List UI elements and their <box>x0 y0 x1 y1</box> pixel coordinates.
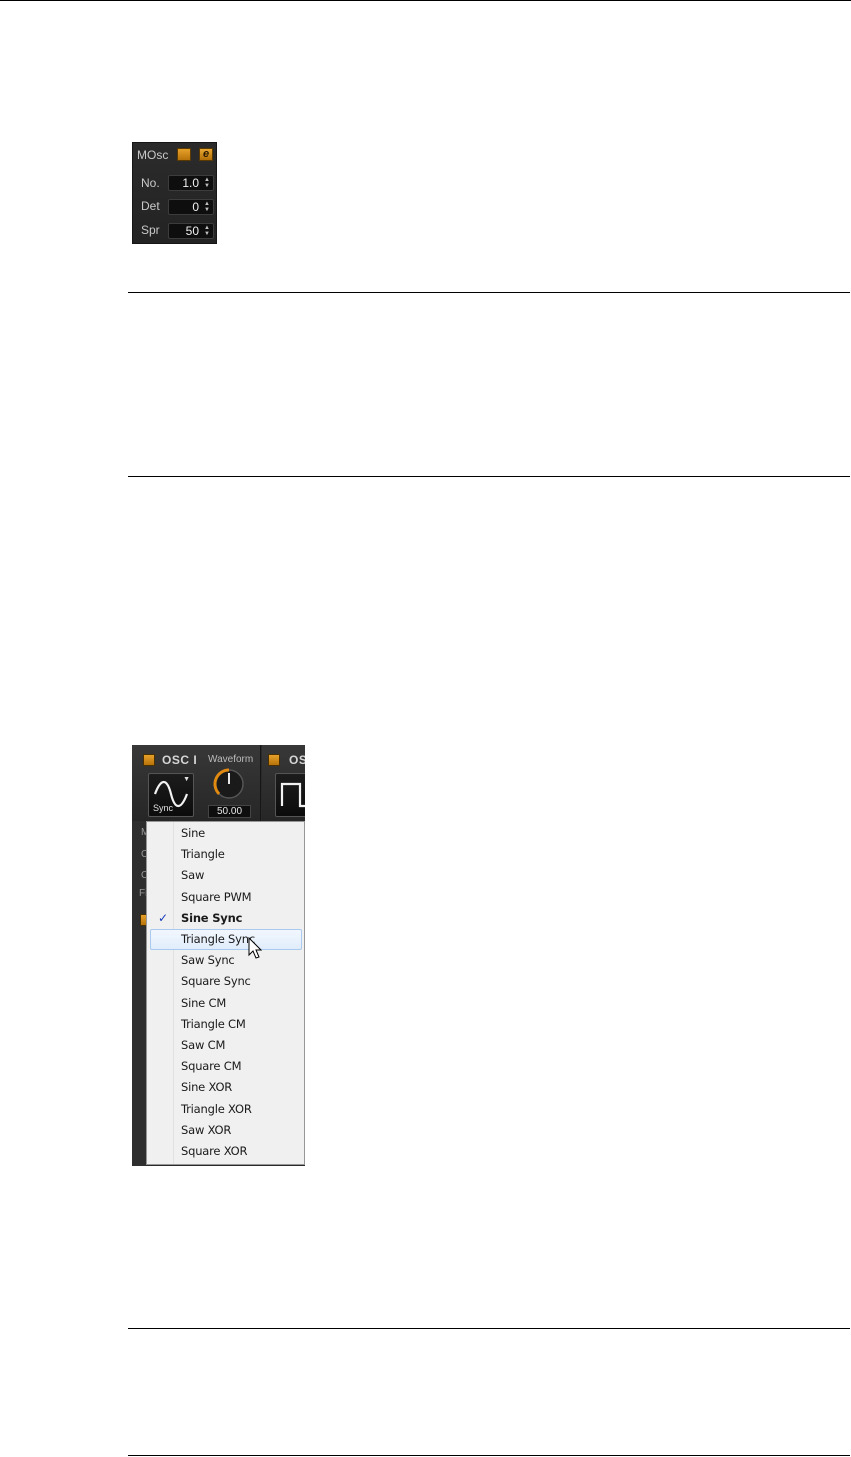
menu-item-label: Sine CM <box>181 995 227 1010</box>
section-rule-3 <box>128 1328 850 1329</box>
menu-item-label: Square PWM <box>181 889 252 904</box>
menu-item-label: Triangle Sync <box>181 932 255 946</box>
menu-item-label: Square Sync <box>181 974 251 989</box>
section-rule-4 <box>128 1455 850 1456</box>
square-wave-icon <box>280 782 305 808</box>
menu-item[interactable]: Triangle Sync <box>150 929 302 950</box>
menu-item-label: Sine <box>181 826 206 840</box>
mosc-title: MOsc <box>137 148 169 162</box>
osc2-waveform-button[interactable] <box>275 773 305 817</box>
menu-item-label: Triangle CM <box>181 1016 246 1031</box>
osc1-title: OSC I <box>162 753 198 767</box>
mosc-detune-label: Det <box>141 199 160 213</box>
menu-item-label: Saw XOR <box>181 1122 232 1137</box>
checkmark-icon: ✓ <box>158 910 168 925</box>
menu-item-label: Triangle XOR <box>181 1101 252 1116</box>
menu-item[interactable]: Square CM <box>150 1056 302 1077</box>
menu-item[interactable]: Square XOR <box>150 1141 302 1162</box>
menu-item-label: Saw Sync <box>181 953 235 968</box>
waveform-select-button[interactable]: ▼ Sync <box>148 773 194 817</box>
waveform-label: Waveform <box>208 754 254 765</box>
mosc-detune-value: 0 <box>192 200 199 214</box>
menu-item[interactable]: Triangle CM <box>150 1014 302 1035</box>
mouse-cursor-icon <box>248 937 263 959</box>
edit-icon[interactable]: e <box>199 148 213 161</box>
menu-item-label: Sine XOR <box>181 1080 233 1095</box>
menu-item-label: Triangle <box>181 847 225 862</box>
menu-item-label: Square CM <box>181 1059 242 1074</box>
waveform-button-label: Sync <box>153 803 174 813</box>
menu-item[interactable]: ✓ Sine Sync <box>150 908 302 929</box>
menu-item[interactable]: Saw <box>150 865 302 886</box>
menu-item[interactable]: Square PWM <box>150 887 302 908</box>
menu-item-label: Saw <box>181 868 205 883</box>
spin-arrows-icon[interactable]: ▲ ▼ <box>204 201 210 213</box>
waveform-dropdown-menu: Sine Triangle Saw Square PWM ✓ Sine Sync Trian… <box>146 821 305 1165</box>
mosc-number-field[interactable]: 1.0 ▲ ▼ <box>168 175 214 191</box>
waveform-knob[interactable] <box>210 767 250 801</box>
mosc-spread-field[interactable]: 50 ▲ ▼ <box>168 223 214 239</box>
menu-item[interactable]: Sine XOR <box>150 1077 302 1098</box>
menu-item-label: Saw CM <box>181 1038 226 1052</box>
osc1-header: OSC I Waveform ▼ Sync 50.00 <box>132 745 261 821</box>
dropdown-arrow-icon: ▼ <box>183 776 190 783</box>
mosc-spread-value: 50 <box>185 224 199 238</box>
spin-arrows-icon[interactable]: ▲ ▼ <box>204 225 210 237</box>
mosc-number-label: No. <box>141 176 160 190</box>
mosc-enable-toggle[interactable] <box>177 148 191 161</box>
menu-item[interactable]: Saw Sync <box>150 950 302 971</box>
menu-item[interactable]: Saw CM <box>150 1035 302 1056</box>
mosc-panel: MOsc e No. 1.0 ▲ ▼ Det 0 ▲ ▼ Spr 50 ▲ ▼ <box>132 142 217 244</box>
menu-item[interactable]: Square Sync <box>150 971 302 992</box>
osc1-enable-toggle[interactable] <box>143 754 155 766</box>
osc2-enable-toggle[interactable] <box>268 754 280 766</box>
section-rule-1 <box>128 292 850 293</box>
menu-item[interactable]: Saw XOR <box>150 1120 302 1141</box>
mosc-number-value: 1.0 <box>182 176 199 190</box>
section-rule-2 <box>128 476 850 477</box>
menu-item[interactable]: Triangle <box>150 844 302 865</box>
mosc-spread-label: Spr <box>141 223 160 237</box>
menu-item-label: Square XOR <box>181 1144 248 1158</box>
spin-arrows-icon[interactable]: ▲ ▼ <box>204 177 210 189</box>
top-rule <box>0 0 851 1</box>
menu-item[interactable]: Triangle XOR <box>150 1099 302 1120</box>
waveform-value[interactable]: 50.00 <box>208 805 251 818</box>
menu-item[interactable]: Sine <box>150 823 302 844</box>
osc2-title: OS <box>289 753 305 767</box>
menu-item[interactable]: Sine CM <box>150 993 302 1014</box>
menu-item-label: Sine Sync <box>181 910 243 925</box>
mosc-detune-field[interactable]: 0 ▲ ▼ <box>168 199 214 215</box>
